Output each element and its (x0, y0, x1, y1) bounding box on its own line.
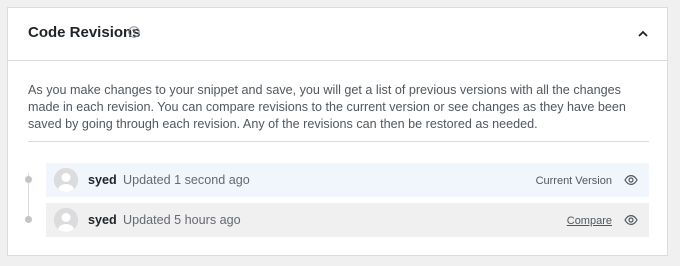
timeline-dot (25, 176, 32, 183)
revision-updated: Updated 1 second ago (123, 173, 250, 187)
help-icon[interactable] (128, 26, 140, 38)
user-silhouette-icon (54, 208, 78, 232)
revisions-description: As you make changes to your snippet and … (28, 83, 626, 131)
divider (28, 141, 649, 142)
chevron-up-icon[interactable] (637, 28, 649, 40)
panel-title: Code Revisions (28, 24, 141, 41)
avatar (54, 208, 78, 232)
revision-author: syed (88, 213, 117, 227)
revision-updated: Updated 5 hours ago (123, 213, 241, 227)
user-silhouette-icon (54, 168, 78, 192)
code-revisions-panel: Code Revisions As you make changes to yo… (7, 7, 668, 256)
eye-icon[interactable] (624, 213, 638, 227)
compare-link[interactable]: Compare (567, 215, 612, 227)
revision-author: syed (88, 173, 117, 187)
current-version-label: Current Version (535, 175, 612, 187)
revision-row: syed Updated 5 hours ago Compare (46, 203, 649, 237)
panel-header: Code Revisions (8, 8, 667, 61)
avatar (54, 168, 78, 192)
revision-row-current: syed Updated 1 second ago Current Versio… (46, 163, 649, 197)
eye-icon[interactable] (624, 173, 638, 187)
timeline-dot (25, 216, 32, 223)
